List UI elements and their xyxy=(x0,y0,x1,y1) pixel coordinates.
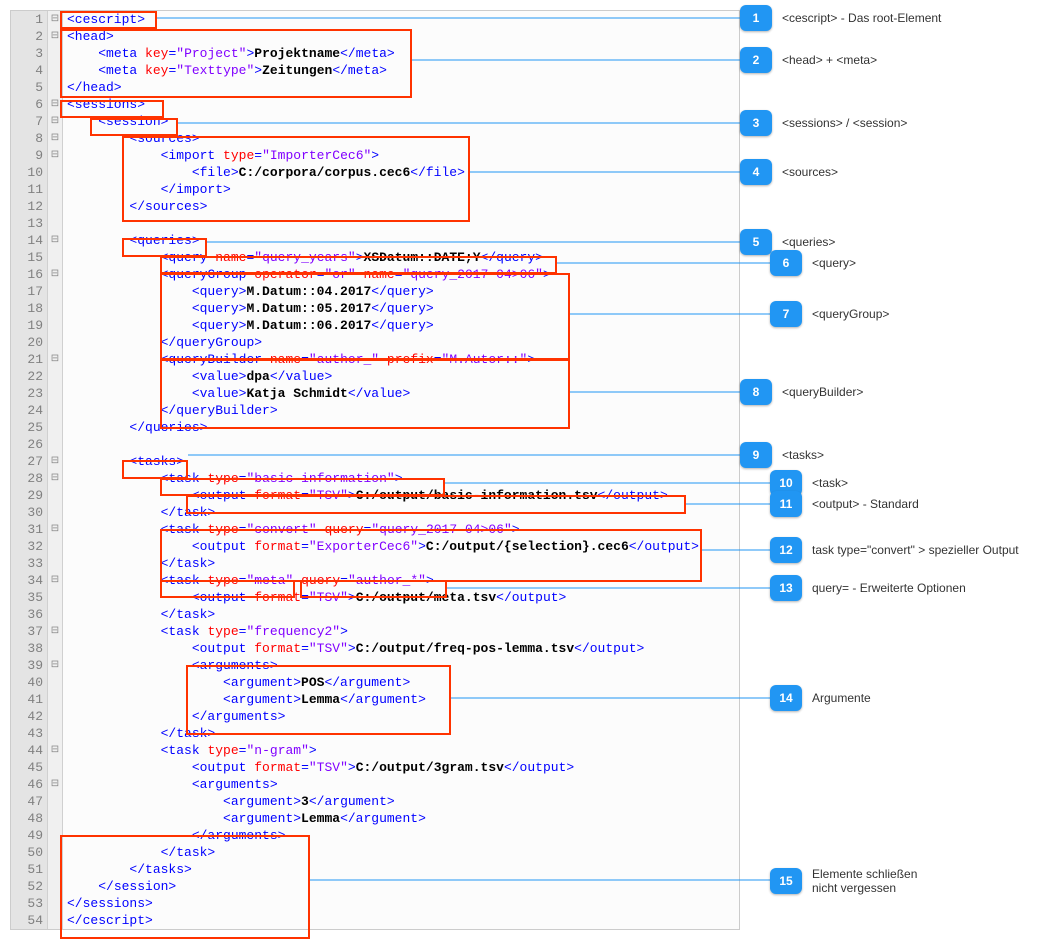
callout-badge: 11 xyxy=(770,491,802,517)
callout-badge: 7 xyxy=(770,301,802,327)
callout-badge: 3 xyxy=(740,110,772,136)
code-content: <cescript><head> <meta key="Project">Pro… xyxy=(63,11,739,929)
annotation-text: task type="convert" > spezieller Output xyxy=(812,543,1019,557)
annotation-text: <sources> xyxy=(782,165,838,179)
code-box: 1234567891011121314151617181920212223242… xyxy=(10,10,740,930)
callout-badge: 12 xyxy=(770,537,802,563)
annotation-text: <tasks> xyxy=(782,448,824,462)
code-area: 1234567891011121314151617181920212223242… xyxy=(10,10,740,930)
annotation-row: 14 Argumente xyxy=(770,685,871,711)
annotation-row: 8 <queryBuilder> xyxy=(740,379,863,405)
callout-badge: 2 xyxy=(740,47,772,73)
annotation-text: Elemente schließen nicht vergessen xyxy=(812,867,917,895)
annotation-row: 1 <cescript> - Das root-Element xyxy=(740,5,941,31)
annotation-row: 3 <sessions> / <session> xyxy=(740,110,907,136)
annotation-row: 2 <head> + <meta> xyxy=(740,47,877,73)
container: 1234567891011121314151617181920212223242… xyxy=(10,10,1035,930)
callout-badge: 1 xyxy=(740,5,772,31)
annotation-text: <queryGroup> xyxy=(812,307,889,321)
annotation-text: <queries> xyxy=(782,235,835,249)
line-number-gutter: 1234567891011121314151617181920212223242… xyxy=(11,11,48,929)
annotation-row: 11 <output> - Standard xyxy=(770,491,919,517)
annotation-text: <task> xyxy=(812,476,848,490)
annotation-text: Argumente xyxy=(812,691,871,705)
callout-badge: 13 xyxy=(770,575,802,601)
annotation-row: 13 query= - Erweiterte Optionen xyxy=(770,575,966,601)
annotation-text: <cescript> - Das root-Element xyxy=(782,11,941,25)
annotation-text: <queryBuilder> xyxy=(782,385,863,399)
callout-badge: 4 xyxy=(740,159,772,185)
annotation-text: query= - Erweiterte Optionen xyxy=(812,581,966,595)
annotation-text: <sessions> / <session> xyxy=(782,116,907,130)
annotation-text: <head> + <meta> xyxy=(782,53,877,67)
annotation-row: 15 Elemente schließen nicht vergessen xyxy=(770,867,917,895)
annotation-row: 6 <query> xyxy=(770,250,856,276)
annotation-row: 9 <tasks> xyxy=(740,442,824,468)
callout-badge: 5 xyxy=(740,229,772,255)
callout-badge: 14 xyxy=(770,685,802,711)
annotation-text: <query> xyxy=(812,256,856,270)
annotation-row: 4 <sources> xyxy=(740,159,838,185)
annotation-row: 7 <queryGroup> xyxy=(770,301,889,327)
callout-badge: 8 xyxy=(740,379,772,405)
callout-badge: 9 xyxy=(740,442,772,468)
fold-gutter: ⊟⊟⊟⊟⊟⊟⊟⊟⊟⊟⊟⊟⊟⊟⊟⊟⊟ xyxy=(48,11,63,929)
annotation-area: 1<cescript> - Das root-Element2<head> + … xyxy=(740,10,1035,930)
callout-badge: 6 xyxy=(770,250,802,276)
callout-badge: 15 xyxy=(770,868,802,894)
annotation-text: <output> - Standard xyxy=(812,497,919,511)
annotation-row: 12 task type="convert" > spezieller Outpu… xyxy=(770,537,1019,563)
